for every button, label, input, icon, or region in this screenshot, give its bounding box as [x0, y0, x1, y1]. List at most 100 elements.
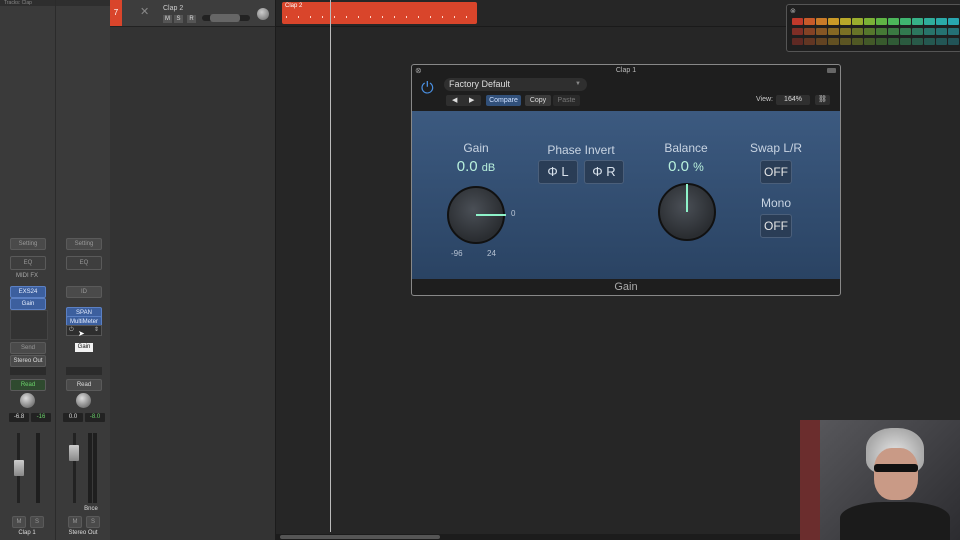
- webcam-person-face: [874, 448, 918, 500]
- balance-knob[interactable]: [658, 183, 716, 241]
- meter-cell: [924, 38, 935, 45]
- gain-max-label: 24: [487, 249, 496, 258]
- meter-cell: [792, 38, 803, 45]
- track-headers-area: 7 ✕ Clap 2 M S R: [110, 0, 276, 540]
- meter-cell: [876, 38, 887, 45]
- webcam-overlay: [800, 420, 960, 540]
- phase-invert-left-button[interactable]: Φ L: [538, 160, 578, 184]
- setting-button[interactable]: Setting: [66, 238, 102, 250]
- instrument-slot-exs24[interactable]: EXS24: [10, 286, 46, 298]
- track-record-button[interactable]: R: [187, 15, 196, 23]
- meter-cell: [828, 28, 839, 35]
- copy-button[interactable]: Copy: [525, 95, 551, 106]
- setting-button[interactable]: Setting: [10, 238, 46, 250]
- phase-invert-label: Phase Invert: [547, 143, 615, 157]
- gain-knob-indicator: [476, 214, 506, 216]
- balance-value-readout[interactable]: 0.0 %: [656, 158, 716, 175]
- meter-cell: [864, 38, 875, 45]
- plugin-controls-panel: Gain 0.0 dB 0 -96 24 Phase Invert Φ L Φ …: [412, 111, 840, 279]
- level-meter: [36, 433, 40, 503]
- meter-cell: [912, 28, 923, 35]
- channel-strip-stereo-out: Setting EQ ID SPAN MultiMeter ⏻ ⇕ ➤ Gain…: [55, 0, 110, 540]
- preset-nav: ◀ ▶: [446, 95, 481, 106]
- phase-invert-icon: Φ: [547, 164, 558, 179]
- meter-cell: [936, 28, 947, 35]
- region-waveform: [286, 16, 472, 18]
- swap-lr-label: Swap L/R: [749, 141, 803, 155]
- automation-read-button[interactable]: Read: [10, 379, 46, 391]
- eq-button[interactable]: EQ: [10, 256, 46, 270]
- midi-fx-label: MIDI FX: [16, 273, 38, 279]
- track-volume-slider-handle[interactable]: [210, 14, 240, 22]
- paste-button[interactable]: Paste: [553, 95, 580, 106]
- mono-label: Mono: [760, 196, 792, 210]
- meter-cell: [816, 28, 827, 35]
- track-volume-slider[interactable]: [202, 14, 250, 22]
- volume-readout: -6.8: [9, 413, 29, 422]
- meter-cell: [828, 38, 839, 45]
- mono-toggle[interactable]: OFF: [760, 214, 792, 238]
- view-zoom-select[interactable]: 164%: [776, 95, 810, 105]
- meter-cell: [900, 28, 911, 35]
- close-icon[interactable]: ⊗: [790, 7, 796, 15]
- gain-current-marker: 0: [511, 209, 516, 218]
- meter-cell: [924, 18, 935, 25]
- preset-menu[interactable]: Factory Default ▼: [444, 78, 587, 91]
- eq-button[interactable]: EQ: [66, 256, 102, 270]
- meter-cell: [924, 28, 935, 35]
- meter-cell: [864, 28, 875, 35]
- previous-preset-icon[interactable]: ◀: [452, 95, 457, 106]
- mute-button[interactable]: M: [68, 516, 82, 528]
- balance-label: Balance: [664, 141, 708, 155]
- track-pan-knob[interactable]: [257, 8, 269, 20]
- track-header-clap-2[interactable]: 7 ✕ Clap 2 M S R: [110, 0, 275, 27]
- peak-readout: -8.0: [85, 413, 105, 422]
- level-meter-right: [93, 433, 97, 503]
- meter-cell: [828, 18, 839, 25]
- pan-knob[interactable]: [76, 393, 91, 408]
- automation-read-button[interactable]: Read: [66, 379, 102, 391]
- group-slot[interactable]: [10, 367, 46, 375]
- resize-icon[interactable]: [827, 68, 836, 73]
- meter-cell: [840, 18, 851, 25]
- volume-fader-handle[interactable]: [14, 460, 24, 476]
- meter-cell: [912, 38, 923, 45]
- link-icon[interactable]: ⛓: [815, 95, 830, 105]
- solo-button[interactable]: S: [86, 516, 100, 528]
- meter-cell: [900, 38, 911, 45]
- gain-value-readout[interactable]: 0.0 dB: [446, 158, 506, 175]
- phase-invert-right-button[interactable]: Φ R: [584, 160, 624, 184]
- volume-fader-track[interactable]: [73, 433, 76, 503]
- mute-button[interactable]: M: [12, 516, 26, 528]
- track-mute-button[interactable]: M: [163, 15, 172, 23]
- solo-button[interactable]: S: [30, 516, 44, 528]
- meter-cell: [900, 18, 911, 25]
- gain-min-label: -96: [451, 249, 463, 258]
- meter-cell: [912, 18, 923, 25]
- next-preset-icon[interactable]: ▶: [469, 95, 474, 106]
- meter-cell: [804, 28, 815, 35]
- insert-empty-area[interactable]: [10, 310, 48, 340]
- group-slot[interactable]: [66, 367, 102, 375]
- pan-knob[interactable]: [20, 393, 35, 408]
- send-button[interactable]: Send: [10, 342, 46, 354]
- track-solo-button[interactable]: S: [174, 15, 183, 23]
- input-button[interactable]: ID: [66, 286, 102, 298]
- compare-button[interactable]: Compare: [486, 95, 521, 106]
- audio-region-clap-2[interactable]: Clap 2: [282, 2, 477, 24]
- insert-slot-gain[interactable]: Gain: [10, 298, 46, 310]
- preset-name: Factory Default: [449, 79, 511, 89]
- power-icon[interactable]: ⏻: [421, 80, 434, 98]
- track-name[interactable]: Clap 2: [163, 5, 183, 12]
- meter-cell: [852, 28, 863, 35]
- scrollbar-thumb[interactable]: [280, 535, 440, 539]
- playhead[interactable]: [330, 0, 331, 532]
- volume-fader-handle[interactable]: [69, 445, 79, 461]
- gain-knob[interactable]: [447, 186, 506, 244]
- swap-lr-toggle[interactable]: OFF: [760, 160, 792, 184]
- mixer-panel: Tracks: Clap Setting EQ MIDI FX EXS24 Ga…: [0, 0, 114, 540]
- output-button[interactable]: Stereo Out: [10, 355, 46, 367]
- meter-cell: [804, 18, 815, 25]
- meter-cell: [876, 28, 887, 35]
- level-meter-widget: ⊗: [786, 4, 960, 52]
